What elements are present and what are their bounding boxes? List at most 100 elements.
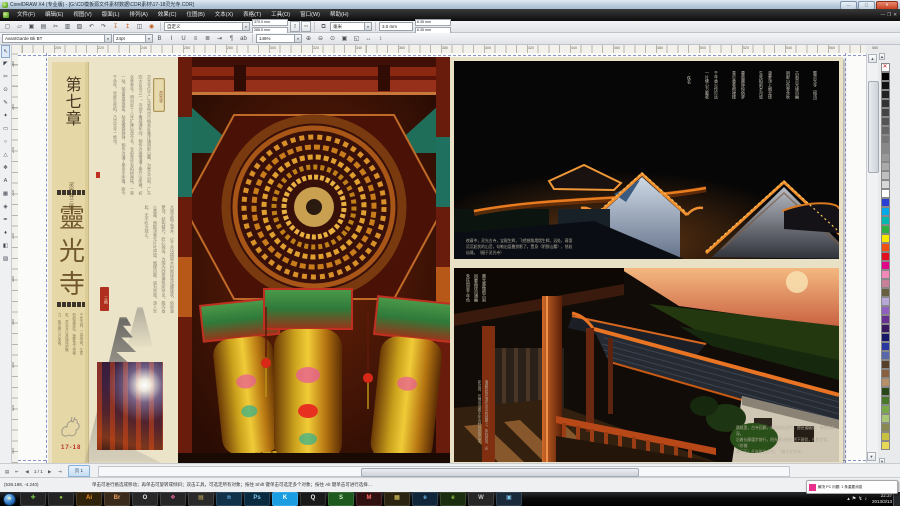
color-swatch-18[interactable] [880, 225, 890, 234]
taskbar-app-2[interactable]: ● [48, 492, 74, 506]
menu-3[interactable]: 视图(V) [68, 9, 96, 21]
color-swatch-13[interactable] [880, 180, 890, 189]
color-swatch-6[interactable] [880, 117, 890, 126]
scroll-up-icon[interactable]: ▲ [868, 54, 877, 63]
horizontal-scrollbar[interactable] [98, 465, 791, 477]
eyedropper-tool[interactable]: ✒ [1, 214, 10, 227]
photo-temple-corridor-dawn[interactable]: 晨光熹微照古刹 回廊曲径自通幽 朱柱斑驳千年色 青瓦无言岁月稠 清晨的阳光洒在古… [454, 268, 840, 462]
zoom-all-icon[interactable]: ▣ [339, 34, 350, 44]
page-tab[interactable]: 页 1 [67, 465, 91, 477]
drawing-canvas[interactable]: 第七章 灵光寺三绝 靈 光 寺 千年古刹，三绝传奇。生死柏前观荣枯，菠萝顶下悟禅… [18, 53, 866, 463]
drop-cap-icon[interactable]: ¶ [226, 34, 237, 44]
taskbar-app-12[interactable]: S [328, 492, 354, 506]
shape-tool[interactable]: ◤ [1, 58, 10, 71]
scroll-down-icon[interactable]: ▼ [867, 452, 876, 461]
font-select[interactable]: AvantGarde Bk BT ▾ [2, 34, 112, 43]
taskbar-app-8[interactable]: n [216, 492, 242, 506]
indent-icon[interactable]: ⇥ [214, 34, 225, 44]
taskbar-app-18[interactable]: ▣ [496, 492, 522, 506]
color-swatch-38[interactable] [880, 405, 890, 414]
basic-shapes-tool[interactable]: ❖ [1, 162, 10, 175]
taskbar-app-7[interactable]: ▤ [188, 492, 214, 506]
outline-pen-tool[interactable]: ♦ [1, 227, 10, 240]
color-swatch-9[interactable] [880, 144, 890, 153]
color-swatch-40[interactable] [880, 423, 890, 432]
document-window-controls[interactable]: — ❐ ✕ [881, 9, 897, 21]
taskbar-app-11[interactable]: Q [300, 492, 326, 506]
color-swatch-24[interactable] [880, 279, 890, 288]
undo-icon[interactable]: ↶ [86, 22, 97, 32]
menu-4[interactable]: 版面(L) [97, 9, 125, 21]
color-swatch-3[interactable] [880, 90, 890, 99]
color-swatch-11[interactable] [880, 162, 890, 171]
color-swatch-42[interactable] [880, 441, 890, 450]
taskbar-app-5[interactable]: O [132, 492, 158, 506]
taskbar-app-17[interactable]: W [468, 492, 494, 506]
save-icon[interactable]: ▣ [26, 22, 37, 32]
doc-window-control-2[interactable]: ❐ [887, 9, 891, 21]
color-swatch-32[interactable] [880, 351, 890, 360]
color-swatch-39[interactable] [880, 414, 890, 423]
photo-spiral-caisson-ceiling[interactable] [178, 57, 459, 463]
photo-temple-interior-night[interactable] [97, 362, 163, 450]
new-icon[interactable]: ▢ [2, 22, 13, 32]
app-launcher-icon[interactable]: ◫ [134, 22, 145, 32]
color-swatch-10[interactable] [880, 153, 890, 162]
guideline-right[interactable] [845, 53, 846, 463]
color-swatch-28[interactable] [880, 315, 890, 324]
color-swatch-27[interactable] [880, 306, 890, 315]
color-swatch-36[interactable] [880, 387, 890, 396]
zoom-width-icon[interactable]: ↔ [363, 34, 374, 44]
color-swatch-14[interactable] [880, 189, 890, 198]
no-color-swatch[interactable]: ✕ [880, 63, 890, 72]
zoom-level-select[interactable]: 146% ▾ [256, 34, 302, 43]
portrait-button[interactable]: ▯ [290, 21, 300, 32]
network-icon[interactable]: ↯ [858, 496, 862, 502]
open-icon[interactable]: ▱ [14, 22, 25, 32]
hidden-icons-button[interactable]: ▴ [847, 496, 850, 502]
photo-temple-roofs-night[interactable]: 题灵光寺（组诗） 古刹灵光境自幽 阴那山色翠含秋 菠萝顶上烟云绕 生死柏前岁月悠… [414, 61, 864, 311]
text-tool[interactable]: A [1, 175, 10, 188]
guideline-top[interactable] [18, 55, 866, 56]
redo-icon[interactable]: ↷ [98, 22, 109, 32]
menu-1[interactable]: 文件(F) [12, 9, 40, 21]
show-desktop-button[interactable] [893, 492, 900, 506]
color-swatch-1[interactable] [880, 72, 890, 81]
zoom-height-icon[interactable]: ↕ [375, 34, 386, 44]
rectangle-tool[interactable]: ▭ [1, 123, 10, 136]
last-page-button[interactable]: ⇥ [55, 466, 65, 477]
polygon-tool[interactable]: △ [1, 149, 10, 162]
bullet-list-icon[interactable]: ≣ [202, 34, 213, 44]
color-swatch-23[interactable] [880, 270, 890, 279]
taskbar-app-6[interactable]: ❖ [160, 492, 186, 506]
print-icon[interactable]: ▤ [38, 22, 49, 32]
menu-5[interactable]: 排列(A) [124, 9, 152, 21]
taskbar-app-13[interactable]: M [356, 492, 382, 506]
taskbar-clock[interactable]: 22:37 2013/3/13 [872, 493, 892, 505]
color-swatch-26[interactable] [880, 297, 890, 306]
color-swatch-34[interactable] [880, 369, 890, 378]
action-center-balloon[interactable]: 解决 PC 问题: 1 条重要消息 [806, 480, 898, 494]
color-swatch-5[interactable] [880, 108, 890, 117]
taskbar-app-14[interactable]: ▦ [384, 492, 410, 506]
palette-scroll-up-icon[interactable]: ▲ [879, 53, 885, 60]
units-select[interactable]: 毫米 ▾ [330, 22, 372, 31]
menu-6[interactable]: 效果(C) [153, 9, 182, 21]
color-swatch-30[interactable] [880, 333, 890, 342]
page-sorter-icon[interactable]: ▤ [2, 466, 12, 477]
color-swatch-19[interactable] [880, 234, 890, 243]
table-tool[interactable]: ▦ [1, 188, 10, 201]
paper-width-field[interactable]: 370.0 mm [252, 19, 288, 26]
taskbar-app-1[interactable]: ✚ [20, 492, 46, 506]
color-swatch-7[interactable] [880, 126, 890, 135]
zoom-tool[interactable]: ⊙ [1, 84, 10, 97]
color-swatch-21[interactable] [880, 252, 890, 261]
import-icon[interactable]: ↧ [110, 22, 121, 32]
color-swatch-8[interactable] [880, 135, 890, 144]
taskbar-app-3[interactable]: Ai [76, 492, 102, 506]
copy-icon[interactable]: ▥ [62, 22, 73, 32]
taskbar-app-15[interactable]: e [412, 492, 438, 506]
paste-icon[interactable]: ▧ [74, 22, 85, 32]
color-swatch-35[interactable] [880, 378, 890, 387]
color-swatch-4[interactable] [880, 99, 890, 108]
